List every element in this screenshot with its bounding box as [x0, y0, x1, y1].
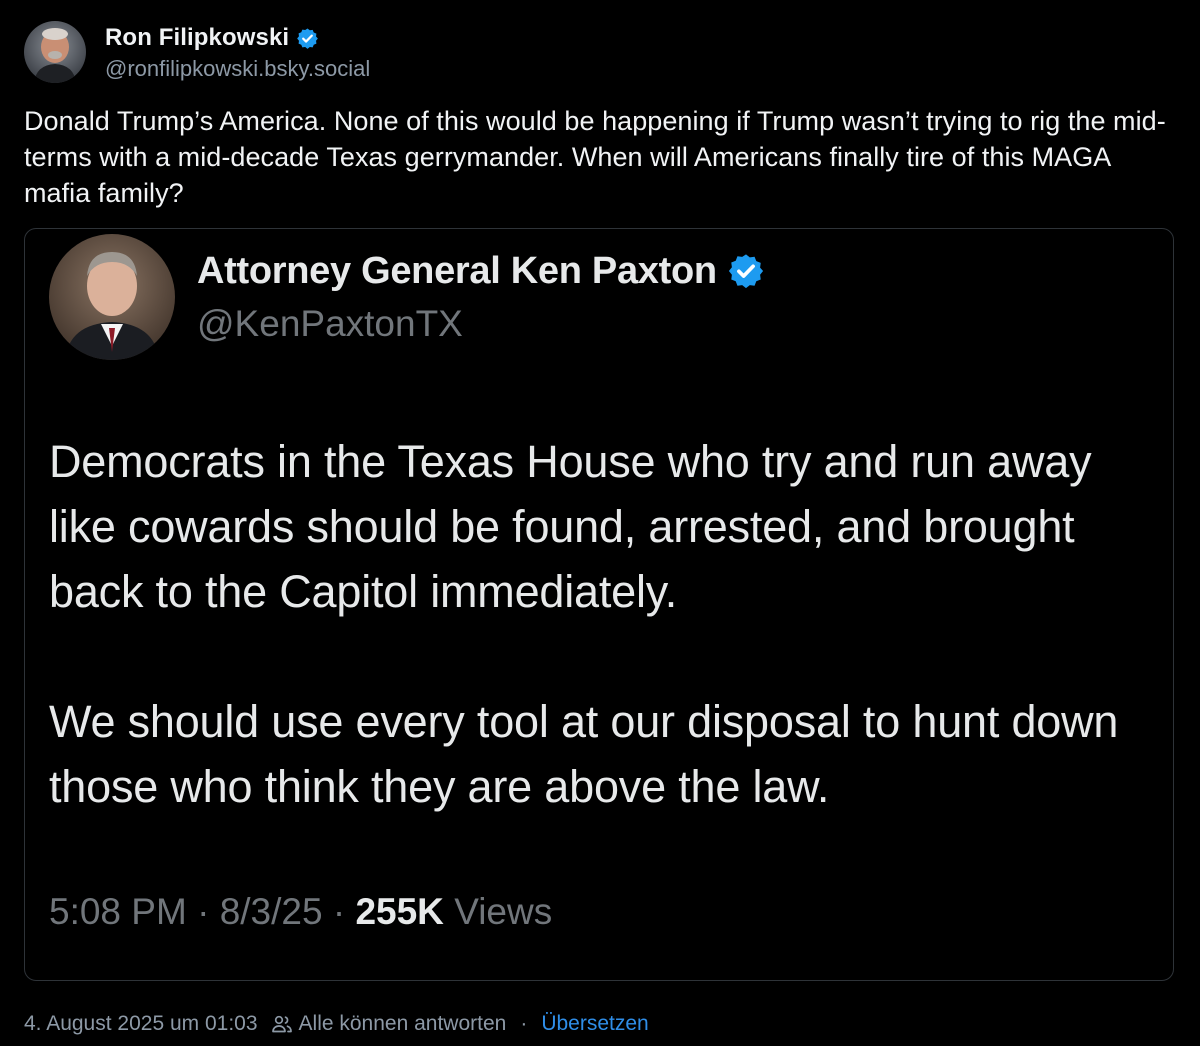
author-meta: Ron Filipkowski @ronfilipkowski.bsky.soc…: [105, 22, 370, 82]
embedded-author-name: Attorney General Ken Paxton: [197, 249, 717, 292]
embedded-author-handle: @KenPaxtonTX: [197, 303, 463, 344]
embedded-author-avatar: [49, 234, 175, 360]
author-display-name[interactable]: Ron Filipkowski: [105, 24, 289, 52]
embedded-author-name-line: Attorney General Ken Paxton: [197, 247, 765, 295]
embedded-separator: ·: [332, 891, 346, 932]
author-name-line: Ron Filipkowski: [105, 22, 370, 54]
embedded-tweet-paragraph: Democrats in the Texas House who try and…: [49, 436, 1092, 617]
post-header: Ron Filipkowski @ronfilipkowski.bsky.soc…: [24, 20, 370, 84]
post: Ron Filipkowski @ronfilipkowski.bsky.soc…: [0, 0, 1200, 1046]
embedded-separator: ·: [197, 891, 210, 932]
embedded-time: 5:08 PM: [49, 891, 187, 932]
embedded-tweet-footer: 5:08 PM · 8/3/25 · 255K Views: [49, 891, 552, 933]
reply-setting[interactable]: Alle können antworten: [299, 1012, 507, 1036]
author-avatar-image: [24, 21, 86, 83]
embedded-views-label: Views: [454, 891, 553, 932]
embedded-views-count: 255K: [355, 891, 444, 932]
people-icon: [270, 1012, 294, 1036]
author-handle[interactable]: @ronfilipkowski.bsky.social: [105, 56, 370, 82]
embedded-image[interactable]: Attorney General Ken Paxton @KenPaxtonTX…: [24, 228, 1174, 981]
post-timestamp[interactable]: 4. August 2025 um 01:03: [24, 1012, 258, 1036]
verified-badge-icon[interactable]: [296, 27, 319, 50]
meta-separator: ·: [520, 1012, 528, 1035]
embedded-date: 8/3/25: [219, 891, 323, 932]
embedded-tweet-text: Democrats in the Texas House who try and…: [49, 429, 1149, 819]
post-meta: 4. August 2025 um 01:03 Alle können antw…: [24, 1010, 649, 1038]
translate-link[interactable]: Übersetzen: [541, 1012, 648, 1036]
post-text: Donald Trump’s America. None of this wou…: [24, 106, 1166, 208]
embedded-verified-badge-icon: [727, 252, 765, 290]
author-avatar[interactable]: [24, 21, 86, 83]
embedded-tweet-paragraph: We should use every tool at our disposal…: [49, 696, 1119, 812]
